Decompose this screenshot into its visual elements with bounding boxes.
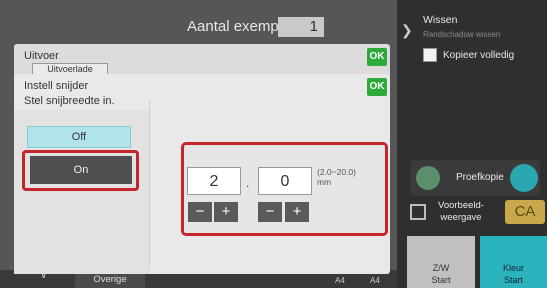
paper-size-1: A4 bbox=[335, 276, 345, 285]
proefkopie-color-icon[interactable] bbox=[510, 164, 538, 192]
proefkopie-label: Proefkopie bbox=[456, 172, 504, 183]
color-start-line2: Start bbox=[503, 275, 523, 285]
color-start-label: Kleur Start bbox=[480, 262, 547, 286]
kopieer-volledig-checkbox[interactable] bbox=[423, 48, 437, 62]
preview-button[interactable]: Voorbeeld- weergave bbox=[432, 200, 490, 224]
overige-button[interactable]: Overige bbox=[75, 272, 145, 288]
decimal-minus-button[interactable]: − bbox=[258, 202, 282, 222]
bw-start-line2: Start bbox=[431, 275, 451, 285]
paper-size-2: A4 bbox=[370, 276, 380, 285]
output-dialog-title: Uitvoer bbox=[24, 50, 59, 62]
decimal-plus-button[interactable]: + bbox=[285, 202, 309, 222]
decimal-separator: . bbox=[246, 176, 250, 190]
range-value: (2.0~20.0) bbox=[317, 167, 356, 177]
preview-label-line2: weergave bbox=[440, 212, 482, 223]
color-start-line1: Kleur bbox=[502, 263, 524, 273]
output-ok-button[interactable]: OK bbox=[367, 48, 387, 66]
integer-minus-button[interactable]: − bbox=[188, 202, 212, 222]
cut-width-decimal-field[interactable]: 0 bbox=[258, 167, 312, 195]
bw-start-line1: Z/W bbox=[432, 263, 450, 273]
cutter-off-button[interactable]: Off bbox=[27, 126, 131, 148]
cutter-dialog-title: Instell snijder bbox=[24, 80, 89, 92]
proefkopie-bw-icon bbox=[416, 166, 440, 190]
cutter-dialog-subtitle: Stel snijbreedte in. bbox=[24, 95, 115, 107]
preview-icon bbox=[410, 204, 426, 220]
wissen-subtitle: Randschaduw wissen bbox=[423, 30, 501, 39]
ca-button[interactable]: CA bbox=[505, 200, 545, 224]
cutter-ok-button[interactable]: OK bbox=[367, 78, 387, 96]
integer-plus-button[interactable]: + bbox=[214, 202, 238, 222]
cutter-on-button[interactable]: On bbox=[30, 156, 132, 184]
wissen-title[interactable]: Wissen bbox=[423, 14, 457, 26]
kopieer-volledig-label[interactable]: Kopieer volledig bbox=[443, 50, 514, 61]
range-unit: mm bbox=[317, 177, 332, 187]
preview-label-line1: Voorbeeld- bbox=[438, 200, 484, 211]
bw-start-label: Z/W Start bbox=[407, 262, 475, 286]
cut-width-integer-field[interactable]: 2 bbox=[187, 167, 241, 195]
copies-field[interactable]: 1 bbox=[278, 17, 324, 37]
cut-width-range-label: (2.0~20.0) mm bbox=[317, 167, 377, 187]
chevron-right-icon[interactable]: ❯ bbox=[401, 22, 413, 39]
pane-divider bbox=[149, 100, 150, 270]
copies-label: Aantal exempl. bbox=[187, 18, 287, 35]
